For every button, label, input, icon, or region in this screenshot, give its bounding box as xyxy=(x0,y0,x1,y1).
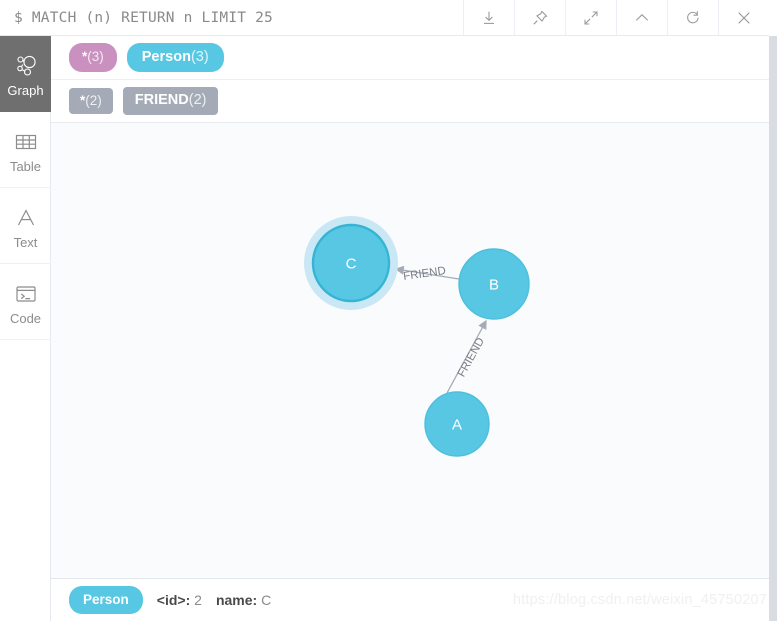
graph-node-b[interactable]: B xyxy=(458,248,530,320)
legend-pill-all-nodes[interactable]: * (3) xyxy=(69,43,117,72)
inspector-label-pill[interactable]: Person xyxy=(69,585,143,615)
chevron-up-icon xyxy=(633,9,651,27)
sidebar-item-graph[interactable]: Graph xyxy=(0,36,51,112)
legend-pill-name: Person xyxy=(141,48,191,65)
frame-header-buttons xyxy=(463,0,769,35)
inspector-property-name: name: C xyxy=(216,592,271,608)
expand-button[interactable] xyxy=(565,0,616,35)
legend-pill-count: (2) xyxy=(85,92,102,108)
graph-node-a[interactable]: A xyxy=(424,391,490,457)
code-icon xyxy=(13,279,39,309)
refresh-button[interactable] xyxy=(667,0,718,35)
node-label: A xyxy=(452,417,462,434)
relationship-friend-a-b[interactable]: FRIEND xyxy=(446,319,487,394)
sidebar-item-text[interactable]: Text xyxy=(0,188,51,264)
legend-pill-count: (3) xyxy=(87,49,104,65)
property-key: <id>: xyxy=(156,592,191,608)
relationship-label: FRIEND xyxy=(403,265,447,283)
legend-panel: * (3) Person (3) * (2) FRIEND (2) xyxy=(51,36,769,122)
neo4j-browser-result-frame: $ MATCH (n) RETURN n LIMIT 25 Graph Tabl… xyxy=(0,0,777,621)
vertical-scrollbar[interactable] xyxy=(769,36,777,621)
legend-pill-all-relationships[interactable]: * (2) xyxy=(69,87,113,115)
sidebar-item-table[interactable]: Table xyxy=(0,112,51,188)
legend-pill-count: (3) xyxy=(190,48,209,65)
graph-canvas[interactable]: FRIEND FRIEND C B A xyxy=(51,122,769,578)
relationship-friend-b-c[interactable]: FRIEND xyxy=(394,265,460,283)
close-button[interactable] xyxy=(718,0,769,35)
legend-pill-name: FRIEND xyxy=(134,92,189,109)
node-label: C xyxy=(346,256,357,273)
text-icon xyxy=(13,203,39,233)
graph-icon xyxy=(13,51,39,81)
legend-pill-count: (2) xyxy=(188,92,207,109)
legend-pill-person[interactable]: Person (3) xyxy=(126,42,224,73)
legend-pill-friend[interactable]: FRIEND (2) xyxy=(122,87,219,115)
property-value: C xyxy=(261,592,272,608)
collapse-button[interactable] xyxy=(616,0,667,35)
sidebar-item-label: Code xyxy=(9,310,42,326)
table-icon xyxy=(13,127,39,157)
legend-relationship-row: * (2) FRIEND (2) xyxy=(51,79,769,122)
property-key: name: xyxy=(215,592,258,608)
close-icon xyxy=(735,9,753,27)
graph-node-c[interactable]: C xyxy=(304,216,398,310)
sidebar-item-label: Text xyxy=(13,234,38,250)
refresh-icon xyxy=(684,9,702,27)
legend-node-row: * (3) Person (3) xyxy=(51,36,769,79)
download-icon xyxy=(480,9,498,27)
expand-icon xyxy=(582,9,600,27)
node-label: B xyxy=(489,277,499,294)
query-text: $ MATCH (n) RETURN n LIMIT 25 xyxy=(14,9,273,26)
node-inspector-bar: Person <id>: 2 name: C xyxy=(51,578,769,621)
pin-button[interactable] xyxy=(514,0,565,35)
download-button[interactable] xyxy=(463,0,514,35)
property-value: 2 xyxy=(194,592,202,608)
sidebar-item-label: Table xyxy=(9,158,42,174)
view-sidebar: Graph Table Text Code xyxy=(0,36,51,621)
pin-icon xyxy=(531,9,549,27)
query-bar[interactable]: $ MATCH (n) RETURN n LIMIT 25 xyxy=(0,0,463,35)
sidebar-item-label: Graph xyxy=(7,82,44,98)
sidebar-item-code[interactable]: Code xyxy=(0,264,51,340)
frame-header: $ MATCH (n) RETURN n LIMIT 25 xyxy=(0,0,769,36)
inspector-property-id: <id>: 2 xyxy=(157,592,202,608)
relationship-label: FRIEND xyxy=(456,336,487,379)
